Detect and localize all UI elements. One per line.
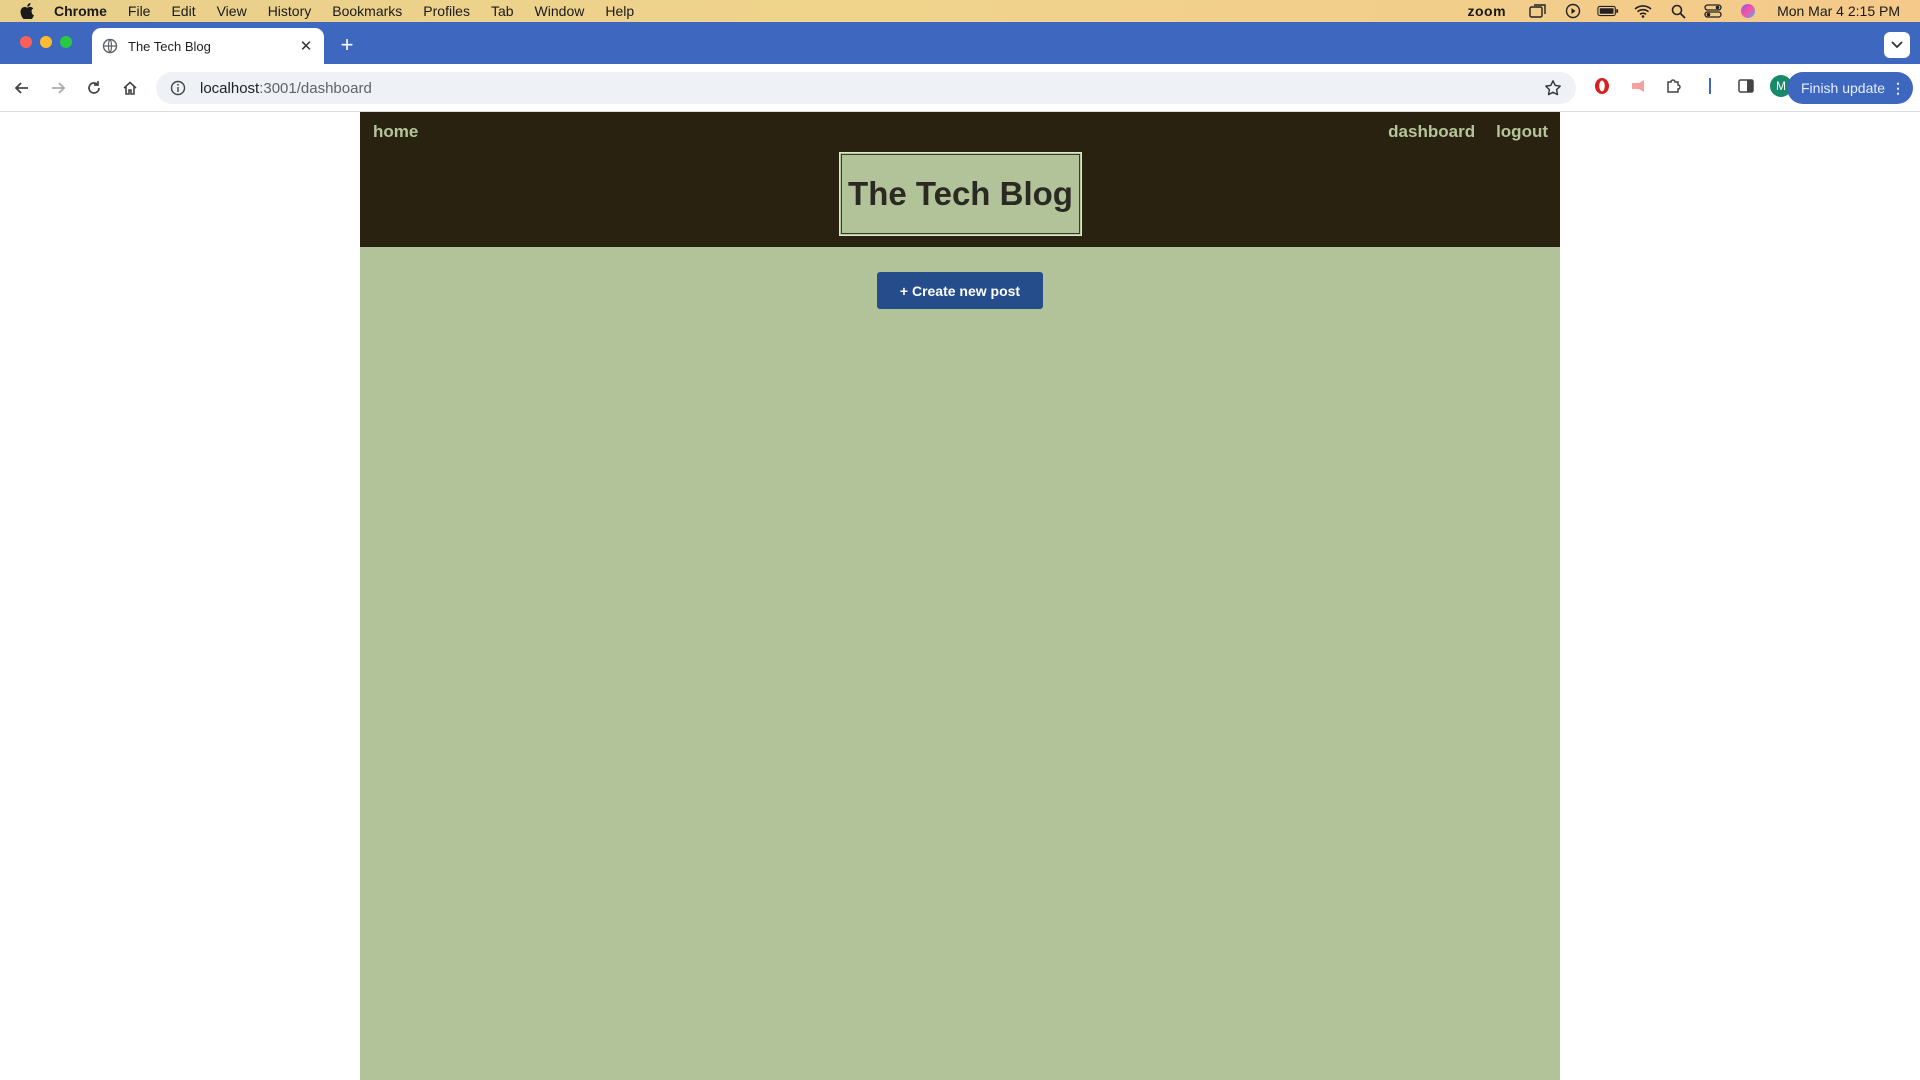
tab-close-icon[interactable]: ✕ [298,38,314,55]
menu-window[interactable]: Window [535,3,585,19]
opera-extension-icon[interactable] [1590,74,1614,98]
minimize-window-button[interactable] [40,36,52,48]
extensions-puzzle-icon[interactable] [1662,74,1686,98]
site-favicon-icon [102,38,118,54]
menu-edit[interactable]: Edit [171,3,195,19]
apple-icon[interactable] [18,2,36,20]
play-circle-icon[interactable] [1562,3,1584,19]
reload-icon[interactable] [80,74,108,102]
control-center-icon[interactable] [1702,3,1724,19]
menu-view[interactable]: View [217,3,247,19]
siri-icon[interactable] [1737,3,1759,19]
toolbar-extensions: M [1590,74,1792,98]
browser-toolbar: localhost:3001/dashboard M Finish update… [0,64,1920,112]
page-container: home dashboard logout The Tech Blog + Cr… [360,112,1560,1080]
screens-icon[interactable] [1527,3,1549,19]
address-bar[interactable]: localhost:3001/dashboard [156,72,1576,104]
menu-file[interactable]: File [128,3,151,19]
finish-update-label: Finish update [1801,80,1886,96]
menu-profiles[interactable]: Profiles [423,3,470,19]
spotlight-search-icon[interactable] [1667,3,1689,19]
tab-title: The Tech Blog [128,38,211,54]
tab-search-chevron-down-icon[interactable] [1884,32,1910,58]
battery-icon[interactable] [1597,3,1619,19]
os-menubar: Chrome File Edit View History Bookmarks … [0,0,1920,22]
side-panel-icon[interactable] [1734,74,1758,98]
nav-dashboard-link[interactable]: dashboard [1388,122,1475,142]
record-extension-icon[interactable] [1626,74,1650,98]
wifi-icon[interactable] [1632,3,1654,19]
menu-help[interactable]: Help [605,3,634,19]
new-tab-icon[interactable]: + [334,32,360,58]
close-window-button[interactable] [20,36,32,48]
zoom-status-label[interactable]: zoom [1468,3,1507,19]
home-icon[interactable] [116,74,144,102]
browser-tab-strip: The Tech Blog ✕ + [0,22,1920,64]
menu-history[interactable]: History [268,3,312,19]
page-title: The Tech Blog [848,175,1073,212]
url-path: :3001/dashboard [259,79,372,97]
bookmark-star-icon[interactable] [1544,79,1562,97]
nav-home-link[interactable]: home [373,122,418,142]
zoom-window-button[interactable] [60,36,72,48]
toolbar-divider [1698,74,1722,98]
forward-arrow-icon[interactable] [44,74,72,102]
menu-bookmarks[interactable]: Bookmarks [332,3,402,19]
nav-logout-link[interactable]: logout [1496,122,1548,142]
nav-right: dashboard logout [1388,122,1548,142]
menu-tab[interactable]: Tab [491,3,514,19]
menubar-clock[interactable]: Mon Mar 4 2:15 PM [1777,3,1900,19]
back-arrow-icon[interactable] [8,74,36,102]
site-header: home dashboard logout The Tech Blog [360,112,1560,247]
create-new-post-button[interactable]: + Create new post [877,272,1043,309]
url-host: localhost [200,79,260,97]
finish-update-button[interactable]: Finish update ⋮ [1787,72,1913,104]
browser-tab-active[interactable]: The Tech Blog ✕ [92,28,324,64]
site-info-icon[interactable] [170,80,186,96]
window-controls [20,36,72,48]
more-vert-icon[interactable]: ⋮ [1891,80,1905,97]
menu-app-name[interactable]: Chrome [54,3,107,19]
site-title-box: The Tech Blog [839,152,1082,236]
